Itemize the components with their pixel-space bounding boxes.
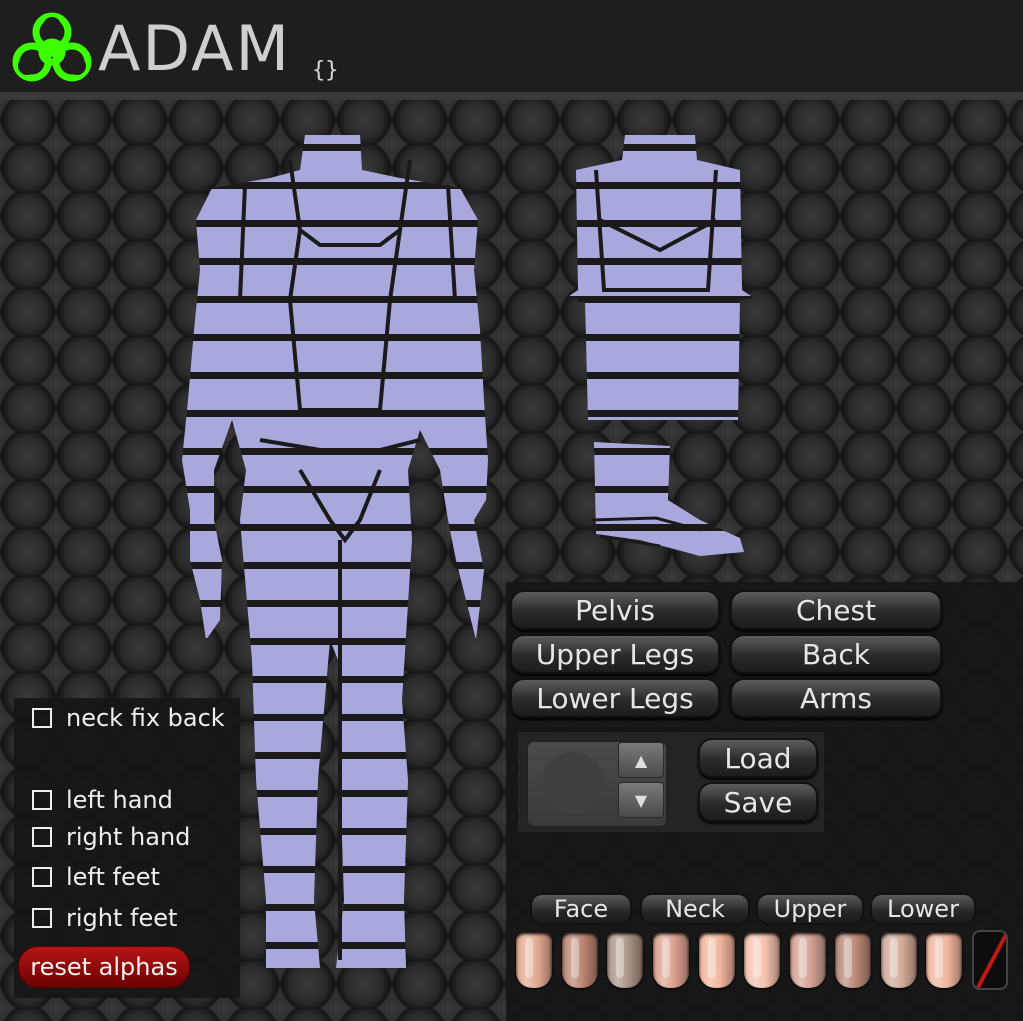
left-hand-label: left hand xyxy=(66,786,173,814)
skin-swatch[interactable] xyxy=(699,932,735,988)
tab-lower[interactable]: Lower xyxy=(870,893,976,925)
tab-face[interactable]: Face xyxy=(530,893,632,925)
chest-button[interactable]: Chest xyxy=(730,590,942,630)
tab-upper[interactable]: Upper xyxy=(756,893,864,925)
save-button[interactable]: Save xyxy=(698,782,818,822)
right-hand-checkbox[interactable]: right hand xyxy=(32,823,190,851)
header-bar: ADAM {} xyxy=(0,0,1023,100)
right-hand-label: right hand xyxy=(66,823,191,851)
chest-uv xyxy=(566,135,754,420)
preset-preview-circle xyxy=(542,752,604,814)
skin-swatch[interactable] xyxy=(607,932,643,988)
checkbox-box[interactable] xyxy=(32,867,52,887)
tab-neck[interactable]: Neck xyxy=(640,893,750,925)
checkbox-box[interactable] xyxy=(32,708,52,728)
skin-swatch[interactable] xyxy=(926,932,962,988)
skin-swatch[interactable] xyxy=(653,932,689,988)
upper-legs-button[interactable]: Upper Legs xyxy=(510,634,720,674)
skin-swatch[interactable] xyxy=(881,932,917,988)
lower-legs-button[interactable]: Lower Legs xyxy=(510,678,720,718)
checkbox-box[interactable] xyxy=(32,908,52,928)
skin-swatch[interactable] xyxy=(516,932,552,988)
checkbox-box[interactable] xyxy=(32,827,52,847)
load-button[interactable]: Load xyxy=(698,738,818,778)
left-feet-label: left feet xyxy=(66,863,160,891)
right-feet-checkbox[interactable]: right feet xyxy=(32,904,177,932)
left-feet-checkbox[interactable]: left feet xyxy=(32,863,160,891)
skin-swatch[interactable] xyxy=(562,932,598,988)
preset-up-arrow-icon[interactable]: ▲ xyxy=(618,742,664,778)
skin-swatch[interactable] xyxy=(744,932,780,988)
title-braces: {} xyxy=(312,58,339,83)
right-feet-label: right feet xyxy=(66,904,178,932)
foot-uv xyxy=(591,442,744,556)
skin-swatch[interactable] xyxy=(790,932,826,988)
app-title: ADAM xyxy=(98,12,291,85)
neck-fix-back-label: neck fix back xyxy=(66,704,225,732)
checkbox-box[interactable] xyxy=(32,790,52,810)
no-skin-swatch-icon[interactable] xyxy=(972,930,1008,990)
reset-alphas-button[interactable]: reset alphas xyxy=(18,946,190,988)
arms-button[interactable]: Arms xyxy=(730,678,942,718)
biohazard-logo-icon xyxy=(12,12,92,82)
pelvis-button[interactable]: Pelvis xyxy=(510,590,720,630)
back-button[interactable]: Back xyxy=(730,634,942,674)
preset-down-arrow-icon[interactable]: ▼ xyxy=(618,782,664,818)
skin-swatch[interactable] xyxy=(835,932,871,988)
neck-fix-back-checkbox[interactable]: neck fix back xyxy=(32,704,225,732)
left-hand-checkbox[interactable]: left hand xyxy=(32,786,173,814)
